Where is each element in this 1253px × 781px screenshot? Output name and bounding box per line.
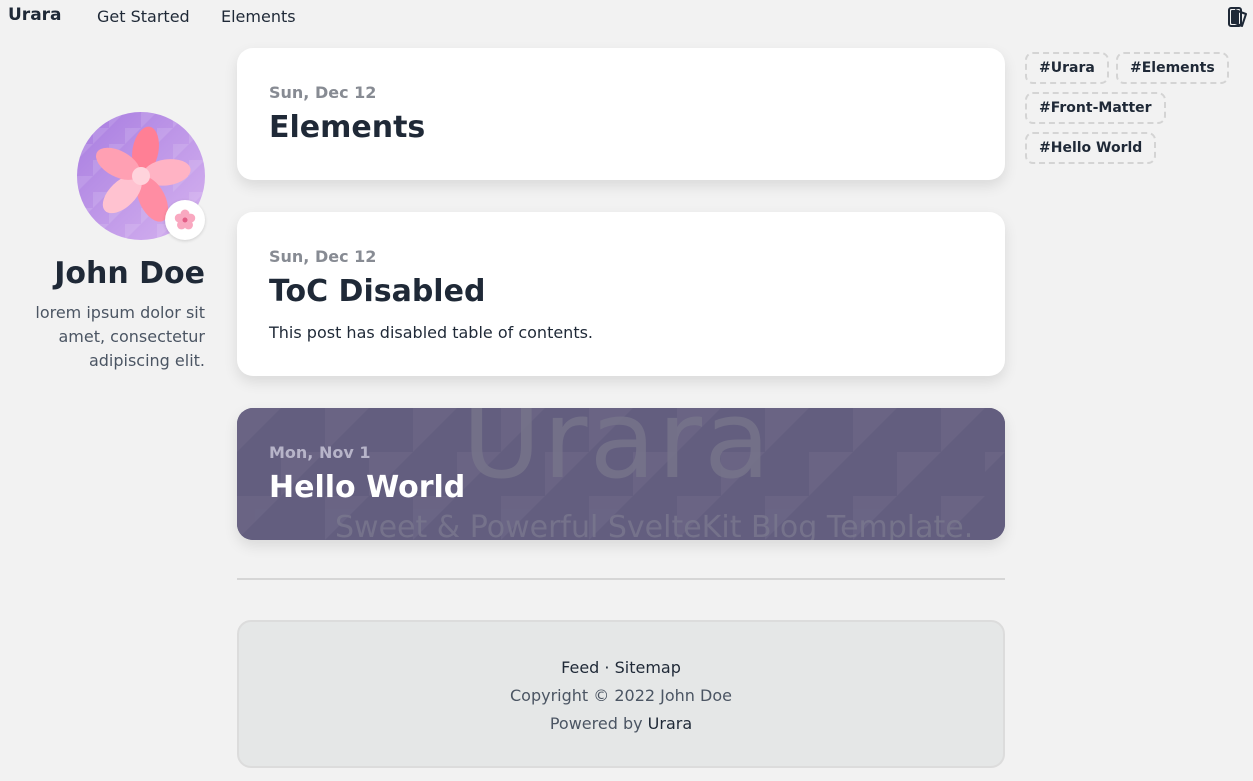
post-date: Sun, Dec 12 [269,83,377,102]
profile-bio: lorem ipsum dolor sit amet, consectetur … [35,303,205,370]
powered-prefix: Powered by [549,714,643,733]
feed-link[interactable]: Feed [561,658,599,677]
post-title[interactable]: ToC Disabled [269,274,485,309]
tag-front-matter[interactable]: #Front-Matter [1025,92,1166,124]
post-date: Sun, Dec 12 [269,247,377,266]
nav-get-started[interactable]: Get Started [97,7,190,26]
footer-copyright: Copyright © 2022 John Doe [510,686,732,705]
nav-elements[interactable]: Elements [221,7,296,26]
cherry-blossom-icon [165,200,205,240]
tag-elements[interactable]: #Elements [1116,52,1229,84]
footer-powered-by: Powered by Urara [239,714,1003,733]
footer: Feed · Sitemap Copyright © 2022 John Doe… [237,620,1005,768]
cover-text: Urara [462,408,773,503]
theme-switch-icon[interactable] [1227,6,1249,28]
post-summary: This post has disabled table of contents… [269,323,594,342]
brand-link[interactable]: Urara [8,5,62,25]
footer-links: Feed · Sitemap [239,658,1003,677]
footer-separator: · [604,658,610,677]
post-date: Mon, Nov 1 [269,443,371,462]
tag-hello-world[interactable]: #Hello World [1025,132,1157,164]
urara-link[interactable]: Urara [648,714,692,733]
post-title[interactable]: Elements [269,110,425,145]
post-card-hello-world[interactable]: Urara Sweet & Powerful SvelteKit Blog Te… [237,408,1005,540]
divider [237,578,1005,580]
tag-urara[interactable]: #Urara [1025,52,1109,84]
post-title[interactable]: Hello World [269,470,465,505]
post-card-toc-disabled[interactable]: Sun, Dec 12 ToC Disabled This post has d… [237,212,1005,376]
post-card-elements[interactable]: Sun, Dec 12 Elements [237,48,1005,180]
sitemap-link[interactable]: Sitemap [615,658,681,677]
cover-subtext: Sweet & Powerful SvelteKit Blog Template… [335,510,974,540]
top-nav: Urara Get Started Elements [0,0,1253,34]
profile-name: John Doe [54,256,205,291]
